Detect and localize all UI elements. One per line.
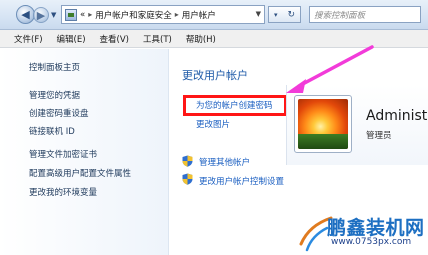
left-task-pane: 控制面板主页 管理您的凭据 创建密码重设盘 链接联机 ID 管理文件加密证书 配… — [0, 49, 169, 255]
avatar[interactable] — [294, 95, 352, 153]
breadcrumb-user-accounts[interactable]: 用户帐户 — [182, 9, 216, 21]
menu-edit[interactable]: 编辑(E) — [57, 33, 86, 45]
sidebar-item-manage-credentials[interactable]: 管理您的凭据 — [29, 89, 80, 101]
account-card: Administra 管理员 — [286, 85, 428, 165]
sidebar-item-control-panel-home[interactable]: 控制面板主页 — [29, 61, 80, 73]
address-bar[interactable]: « ▸ 用户帐户和家庭安全 ▸ 用户帐户 ▼ — [61, 5, 265, 24]
sidebar-item-link-online-id[interactable]: 链接联机 ID — [29, 125, 75, 137]
page-title: 更改用户帐户 — [182, 69, 248, 82]
manage-other-accounts-link[interactable]: 管理其他帐户 — [199, 156, 250, 168]
sidebar-item-change-environment-variables[interactable]: 更改我的环境变量 — [29, 186, 97, 198]
uac-shield-icon — [182, 155, 193, 167]
back-arrow-icon: ◀ — [21, 8, 30, 21]
menu-tools[interactable]: 工具(T) — [143, 33, 172, 45]
refresh-icon: ↻ — [287, 9, 296, 20]
breadcrumb-user-accounts-family-safety[interactable]: 用户帐户和家庭安全 — [95, 9, 172, 21]
menu-view[interactable]: 查看(V) — [100, 33, 129, 45]
address-dropdown-icon[interactable]: ▼ — [256, 10, 261, 18]
breadcrumb-overflow[interactable]: « — [80, 10, 85, 20]
watermark-url: www.0753px.com — [331, 237, 412, 247]
flower-picture-icon — [298, 99, 348, 149]
change-uac-settings-link[interactable]: 更改用户帐户控制设置 — [199, 175, 284, 187]
menu-bar: 文件(F) 编辑(E) 查看(V) 工具(T) 帮助(H) — [0, 30, 428, 48]
highlight-box — [183, 95, 287, 116]
forward-arrow-icon: ▶ — [36, 8, 46, 22]
sidebar-item-manage-file-encryption-certificates[interactable]: 管理文件加密证书 — [29, 148, 97, 160]
sidebar-item-advanced-profile-properties[interactable]: 配置高级用户配置文件属性 — [29, 167, 131, 179]
search-input[interactable]: 搜索控制面板 — [309, 6, 421, 23]
address-toolbar: ◀ ▶ ▼ « ▸ 用户帐户和家庭安全 ▸ 用户帐户 ▼ ▾ ↻ 搜索控制面板 — [0, 0, 428, 30]
breadcrumb-separator[interactable]: ▸ — [88, 10, 92, 19]
account-name: Administra — [366, 108, 428, 124]
watermark-brand: 鹏鑫装机网 — [327, 217, 425, 239]
control-panel-icon — [65, 8, 77, 21]
search-placeholder: 搜索控制面板 — [314, 10, 366, 21]
sidebar-item-create-password-reset-disk[interactable]: 创建密码重设盘 — [29, 107, 89, 119]
recent-pages-dropdown-icon[interactable]: ▼ — [51, 11, 56, 19]
menu-file[interactable]: 文件(F) — [14, 33, 43, 45]
dropdown-arrow-icon: ▾ — [273, 10, 278, 19]
account-role: 管理员 — [366, 131, 392, 141]
refresh-button[interactable]: ▾ ↻ — [268, 6, 301, 23]
uac-shield-icon — [182, 173, 193, 185]
change-picture-link[interactable]: 更改图片 — [196, 118, 230, 130]
forward-button[interactable]: ▶ — [33, 7, 49, 23]
breadcrumb-separator[interactable]: ▸ — [175, 10, 179, 19]
menu-help[interactable]: 帮助(H) — [186, 33, 216, 45]
